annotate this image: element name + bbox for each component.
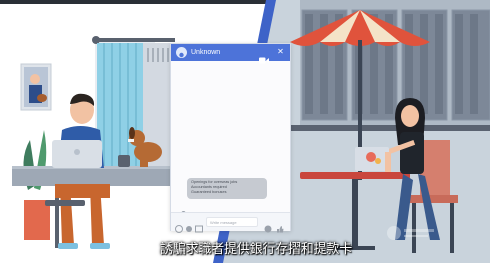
contact-name: Unknown <box>191 49 221 56</box>
chat-window: Unknown ✕ Openings for overseas jobs Acc… <box>170 43 291 233</box>
attach-icon[interactable] <box>185 218 193 232</box>
window-curtain <box>92 36 175 170</box>
cafe-laptop <box>355 147 391 172</box>
emoji-icon[interactable] <box>175 218 183 233</box>
send-icon[interactable] <box>264 218 272 233</box>
video-subtitle: 誘騙求職者提供銀行存摺和提款卡 <box>160 242 353 257</box>
message-bubble: Openings for overseas jobs Accountants r… <box>187 178 267 199</box>
close-icon[interactable]: ✕ <box>275 46 286 58</box>
stool <box>45 200 85 206</box>
watermark-logo <box>386 224 436 242</box>
message-line: Guaranteed bonuses <box>191 190 227 194</box>
contact-avatar <box>176 47 187 61</box>
coffee-cup <box>118 155 130 167</box>
chat-header: Unknown ✕ <box>171 44 290 64</box>
wall-portrait <box>20 63 52 111</box>
video-icon[interactable] <box>259 49 269 64</box>
message-input[interactable]: Write message <box>206 217 258 227</box>
message-input-bar: Write message <box>171 212 290 233</box>
like-icon[interactable] <box>276 218 284 233</box>
image-icon[interactable] <box>195 218 203 233</box>
